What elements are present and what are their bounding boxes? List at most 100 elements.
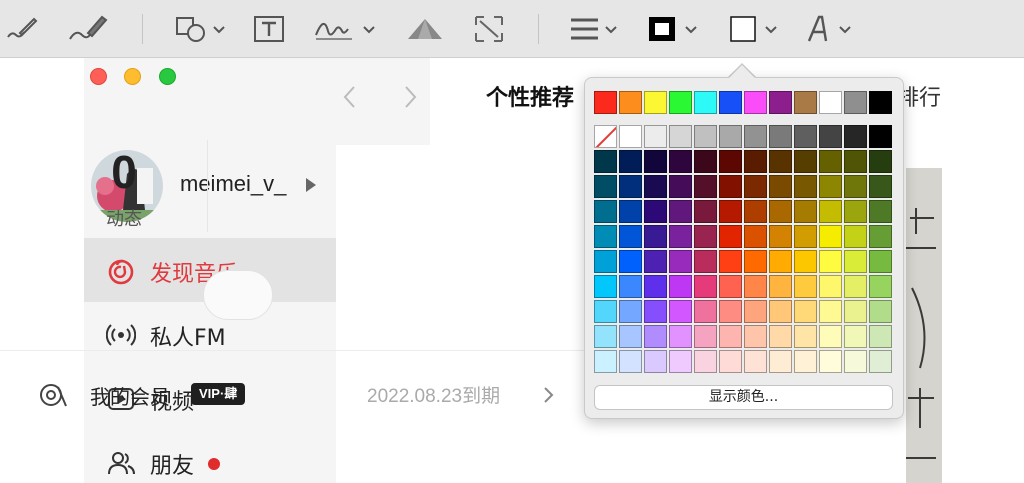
color-swatch[interactable] (819, 125, 842, 148)
color-swatch[interactable] (619, 225, 642, 248)
color-swatch[interactable] (669, 175, 692, 198)
color-swatch[interactable] (794, 125, 817, 148)
color-swatch[interactable] (744, 125, 767, 148)
color-swatch[interactable] (819, 225, 842, 248)
color-swatch[interactable] (794, 150, 817, 173)
color-swatch[interactable] (719, 250, 742, 273)
color-swatch[interactable] (594, 275, 617, 298)
username[interactable]: meimei_v_ (180, 171, 286, 197)
border-color-icon[interactable] (646, 8, 706, 50)
color-swatch[interactable] (819, 250, 842, 273)
dynamics-count[interactable]: 0 (96, 145, 152, 199)
color-swatch[interactable] (669, 275, 692, 298)
color-swatch[interactable] (719, 91, 742, 114)
color-swatch[interactable] (844, 91, 867, 114)
color-swatch[interactable] (694, 200, 717, 223)
color-swatch[interactable] (794, 250, 817, 273)
color-swatch[interactable] (669, 91, 692, 114)
color-swatch[interactable] (644, 175, 667, 198)
color-swatch[interactable] (644, 325, 667, 348)
forward-arrow-icon[interactable] (400, 82, 420, 112)
color-swatch[interactable] (644, 125, 667, 148)
color-swatch[interactable] (819, 91, 842, 114)
color-swatch[interactable] (594, 350, 617, 373)
color-swatch[interactable] (594, 250, 617, 273)
sign-in-button[interactable] (203, 270, 273, 320)
color-swatch[interactable] (844, 225, 867, 248)
color-swatch[interactable] (669, 250, 692, 273)
show-colors-button[interactable]: 显示颜色... (594, 385, 893, 410)
color-swatch[interactable] (669, 150, 692, 173)
color-swatch[interactable] (844, 150, 867, 173)
sidebar-item-friends[interactable]: 朋友 (84, 430, 336, 483)
color-swatch[interactable] (844, 325, 867, 348)
back-arrow-icon[interactable] (340, 82, 360, 112)
color-swatch[interactable] (869, 325, 892, 348)
color-swatch[interactable] (619, 125, 642, 148)
text-box-icon[interactable] (252, 8, 286, 50)
close-window-button[interactable] (90, 68, 107, 85)
color-swatch[interactable] (669, 225, 692, 248)
color-swatch[interactable] (644, 250, 667, 273)
color-swatch[interactable] (744, 300, 767, 323)
color-swatch[interactable] (694, 350, 717, 373)
color-swatch[interactable] (719, 150, 742, 173)
color-swatch[interactable] (694, 150, 717, 173)
color-swatch[interactable] (769, 300, 792, 323)
color-swatch[interactable] (644, 225, 667, 248)
color-swatch[interactable] (794, 275, 817, 298)
color-swatch[interactable] (794, 350, 817, 373)
color-swatch[interactable] (594, 175, 617, 198)
color-swatch[interactable] (844, 175, 867, 198)
shapes-icon[interactable] (174, 8, 228, 50)
color-swatch[interactable] (869, 175, 892, 198)
color-swatch[interactable] (744, 91, 767, 114)
color-swatch[interactable] (619, 325, 642, 348)
chevron-right-icon[interactable] (541, 385, 555, 405)
color-swatch[interactable] (719, 350, 742, 373)
color-swatch[interactable] (769, 325, 792, 348)
color-swatch[interactable] (869, 150, 892, 173)
color-swatch[interactable] (794, 175, 817, 198)
color-swatch[interactable] (619, 350, 642, 373)
color-swatch[interactable] (869, 250, 892, 273)
color-swatch[interactable] (869, 200, 892, 223)
color-swatch[interactable] (669, 200, 692, 223)
color-swatch[interactable] (619, 91, 642, 114)
color-swatch[interactable] (744, 150, 767, 173)
tab-personal-recommend[interactable]: 个性推荐 (486, 80, 574, 112)
color-swatch[interactable] (694, 175, 717, 198)
color-swatch[interactable] (744, 225, 767, 248)
color-swatch[interactable] (694, 125, 717, 148)
shape-style-icon[interactable] (568, 8, 624, 50)
color-swatch[interactable] (794, 300, 817, 323)
color-swatch[interactable] (694, 91, 717, 114)
fill-color-icon[interactable] (728, 8, 788, 50)
color-swatch[interactable] (644, 350, 667, 373)
color-swatch[interactable] (644, 200, 667, 223)
color-swatch[interactable] (769, 250, 792, 273)
color-swatch[interactable] (694, 225, 717, 248)
color-swatch[interactable] (694, 275, 717, 298)
color-swatch[interactable] (869, 225, 892, 248)
color-swatch[interactable] (594, 325, 617, 348)
zoom-window-button[interactable] (159, 68, 176, 85)
color-swatch[interactable] (869, 91, 892, 114)
color-swatch[interactable] (794, 200, 817, 223)
my-membership-label[interactable]: 我的会员 (90, 381, 170, 410)
text-style-icon[interactable] (804, 8, 860, 50)
color-swatch[interactable] (594, 300, 617, 323)
color-swatch[interactable] (844, 350, 867, 373)
color-swatch[interactable] (594, 225, 617, 248)
color-swatch[interactable] (719, 125, 742, 148)
color-swatch[interactable] (619, 200, 642, 223)
color-swatch[interactable] (744, 325, 767, 348)
color-swatch[interactable] (819, 350, 842, 373)
color-swatch[interactable] (744, 250, 767, 273)
color-swatch[interactable] (719, 175, 742, 198)
color-swatch[interactable] (594, 200, 617, 223)
color-swatch[interactable] (794, 325, 817, 348)
color-swatch[interactable] (619, 300, 642, 323)
color-swatch[interactable] (819, 325, 842, 348)
no-color-swatch[interactable] (594, 125, 617, 148)
